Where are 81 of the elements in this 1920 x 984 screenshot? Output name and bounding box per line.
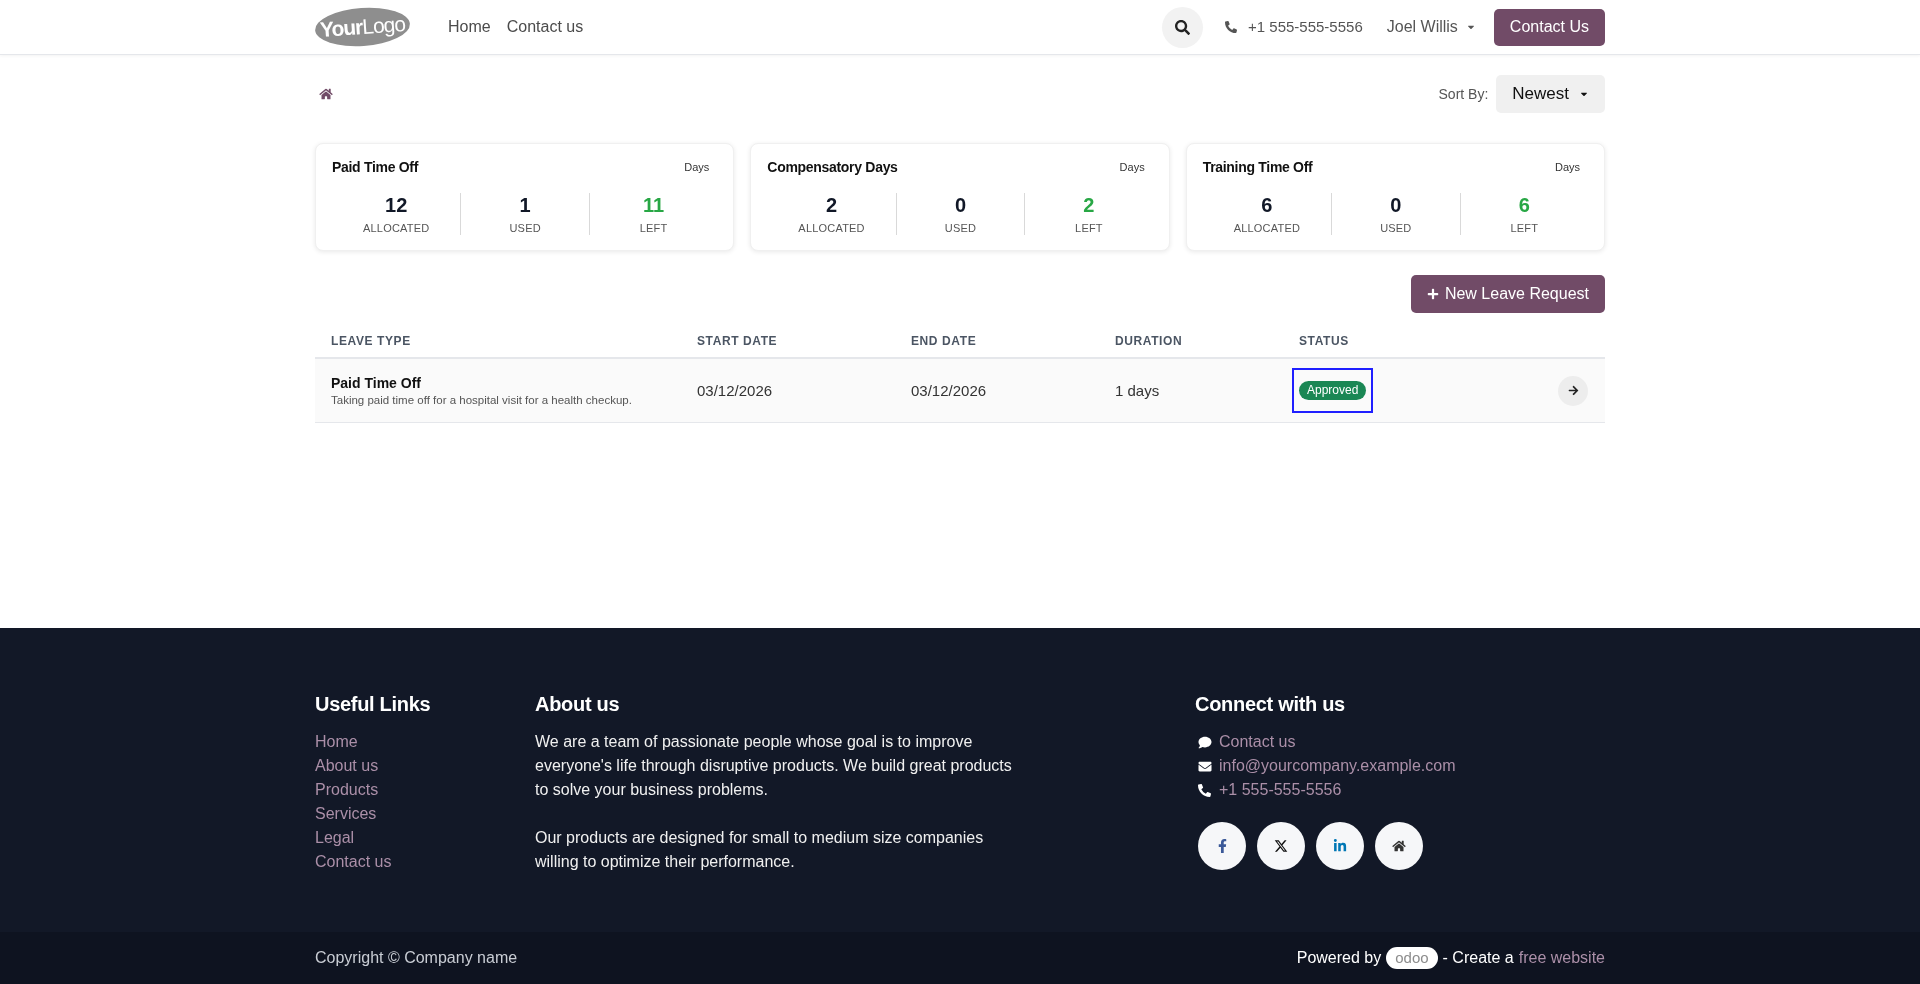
column-header: DURATION — [1115, 333, 1183, 349]
facebook-button[interactable] — [1198, 822, 1246, 870]
search-button[interactable] — [1162, 6, 1204, 48]
sort-dropdown[interactable]: Newest — [1496, 75, 1605, 113]
home-icon — [1392, 840, 1406, 852]
contact-link[interactable]: Contact us — [1219, 730, 1296, 754]
free-website-link[interactable]: free website — [1518, 946, 1605, 970]
stat-label: LEFT — [1075, 221, 1103, 235]
footer-heading: Connect with us — [1195, 692, 1346, 716]
contact-link[interactable]: +1 555-555-5556 — [1219, 778, 1342, 802]
unit-label: Days — [1119, 159, 1146, 175]
status-badge: Approved — [1299, 381, 1367, 400]
stat-label: USED — [944, 221, 977, 235]
x-icon — [1274, 839, 1288, 853]
linkedin-button[interactable] — [1316, 822, 1364, 870]
plus-icon — [1426, 288, 1439, 300]
stat-label: USED — [509, 221, 541, 235]
footer-link[interactable]: Legal — [315, 826, 355, 850]
contact-us-button[interactable]: Contact Us — [1493, 8, 1605, 46]
stat-value: 0 — [1390, 193, 1402, 217]
stat-label: LEFT — [639, 221, 668, 235]
footer-link[interactable]: Products — [315, 778, 379, 802]
footer-link[interactable]: Home — [315, 730, 358, 754]
stat-value: 2 — [826, 193, 838, 217]
stat-label: LEFT — [1510, 221, 1539, 235]
stat-value: 2 — [1083, 193, 1095, 217]
phone-icon — [1225, 21, 1238, 33]
user-menu[interactable]: Joel Willis — [1386, 15, 1476, 39]
nav-link[interactable]: Home — [440, 15, 499, 39]
phone-link[interactable]: +1 555-555-5556 — [1248, 15, 1363, 39]
odoo-logo[interactable]: odoo — [1386, 947, 1438, 969]
phone-icon — [1198, 783, 1211, 797]
card-title: Compensatory Days — [767, 157, 898, 177]
stat-label: USED — [1380, 221, 1412, 235]
about-paragraph: Our products are designed for small to medium size companies willing to optimize their performance. — [535, 828, 985, 872]
open-row-button[interactable] — [1558, 375, 1588, 406]
stat-value: 11 — [643, 193, 665, 217]
search-icon — [1175, 19, 1191, 35]
unit-label: Days — [684, 159, 711, 175]
sort-label: Sort By: — [1438, 84, 1489, 104]
arrow-right-icon — [1567, 385, 1579, 396]
table-cell: 03/12/2026 — [911, 381, 987, 399]
table-cell: 1 days — [1115, 381, 1160, 399]
envelope-icon — [1198, 759, 1212, 773]
footer-link[interactable]: Contact us — [315, 850, 392, 874]
stat-value: 1 — [519, 193, 531, 217]
footer-link[interactable]: Services — [315, 802, 377, 826]
new-leave-request-button[interactable]: New Leave Request — [1410, 275, 1605, 313]
x-button[interactable] — [1257, 822, 1305, 870]
table-cell: 03/12/2026 — [697, 381, 773, 399]
copyright-text: Copyright © Company name — [315, 948, 518, 968]
leave-description: Taking paid time off for a hospital visit for a health checkup. — [331, 392, 633, 408]
footer-link[interactable]: About us — [315, 754, 379, 778]
unit-label: Days — [1554, 159, 1581, 175]
home-icon[interactable] — [319, 88, 333, 100]
create-text: - Create a — [1442, 948, 1514, 968]
column-header: STATUS — [1299, 333, 1349, 349]
stat-label: ALLOCATED — [1233, 221, 1301, 235]
footer-heading: Useful Links — [315, 692, 432, 716]
chat-bubble-icon — [1198, 735, 1212, 749]
powered-by-text: Powered by — [1296, 948, 1382, 968]
home-button[interactable] — [1375, 822, 1423, 870]
column-header: END DATE — [911, 333, 977, 349]
card-title: Training Time Off — [1202, 157, 1313, 177]
stat-label: ALLOCATED — [798, 221, 865, 235]
footer-heading: About us — [535, 692, 621, 716]
stat-value: 6 — [1261, 193, 1273, 217]
contact-link[interactable]: info@yourcompany.example.com — [1219, 754, 1456, 778]
leave-request-row[interactable]: Paid Time Off Taking paid time off for a hospital visit for a health checkup. 03/12/2026 03/12/2026 1 days Approved — [315, 359, 1605, 423]
card-title: Paid Time Off — [332, 157, 419, 177]
about-paragraph: We are a team of passionate people whose goal is to improve everyone's life through disruptive products. We build great products to solve your business problems. — [535, 732, 1013, 800]
stat-label: ALLOCATED — [363, 221, 430, 235]
facebook-icon — [1217, 839, 1227, 853]
leave-type-name: Paid Time Off — [331, 373, 422, 392]
column-header: START DATE — [697, 333, 778, 349]
stat-value: 0 — [954, 193, 967, 217]
nav-link[interactable]: Contact us — [498, 15, 592, 39]
stat-value: 12 — [385, 193, 408, 217]
stat-value: 6 — [1518, 193, 1530, 217]
linkedin-icon — [1333, 839, 1347, 853]
column-header: LEAVE TYPE — [331, 333, 411, 349]
